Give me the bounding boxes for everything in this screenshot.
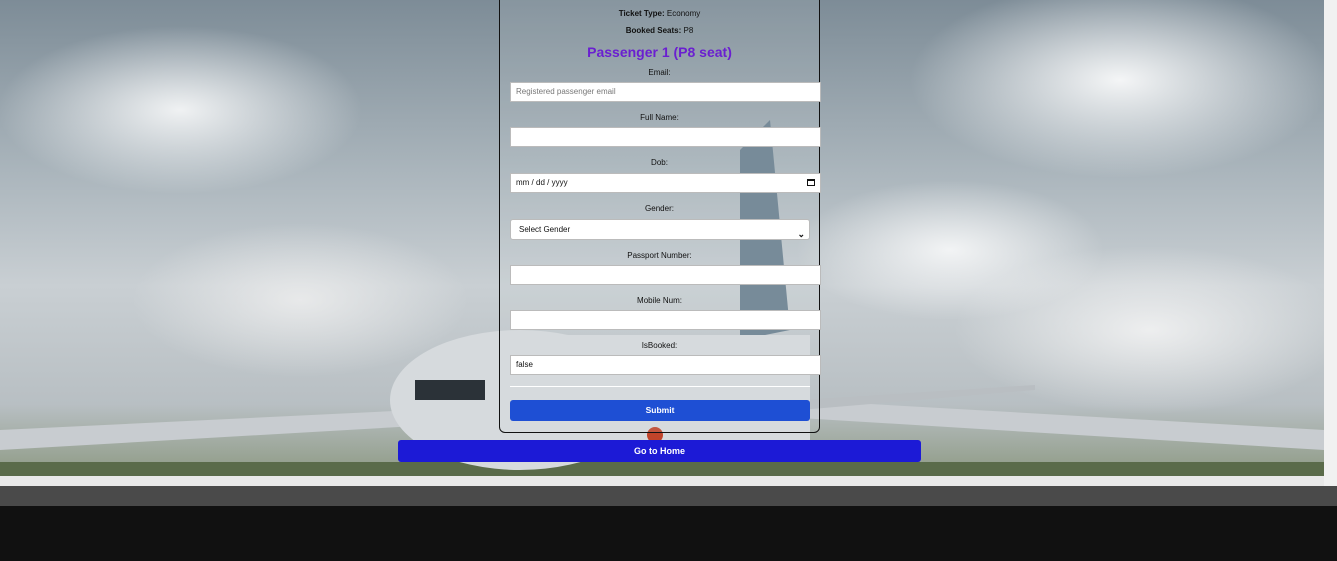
isbooked-field[interactable]: false [510,355,821,375]
booked-seats-label: Booked Seats: [625,26,682,35]
ticket-type-label: Ticket Type: [618,9,665,18]
page-bottom-strip [0,476,1324,486]
ticket-type-line: Ticket Type: Economy [499,9,820,18]
dob-label: Dob: [651,158,668,167]
mobile-field[interactable] [510,310,821,330]
passenger-title: Passenger 1 (P8 seat) [587,44,732,60]
fullname-label: Full Name: [640,113,679,122]
isbooked-label: IsBooked: [641,341,678,350]
booked-seats-value: P8 [683,26,694,35]
email-placeholder: Registered passenger email [516,87,616,96]
gender-selected-value: Select Gender [519,225,571,234]
window-bottom-area [0,506,1337,561]
scrollbar[interactable] [1324,0,1337,486]
isbooked-value: false [516,360,533,369]
chevron-down-icon: ⌄ [797,229,805,239]
form-divider [510,386,810,387]
booked-seats-line: Booked Seats: P8 [499,26,820,35]
go-to-home-button[interactable]: Go to Home [398,440,921,462]
dob-placeholder: mm / dd / yyyy [516,178,568,187]
ticket-type-value: Economy [666,9,701,18]
passport-label: Passport Number: [627,251,692,260]
email-field[interactable]: Registered passenger email [510,82,821,102]
gender-select[interactable]: Select Gender ⌄ [510,219,810,240]
mobile-label: Mobile Num: [637,296,682,305]
submit-button[interactable]: Submit [510,400,810,421]
fullname-field[interactable] [510,127,821,147]
gender-label: Gender: [645,204,674,213]
passport-field[interactable] [510,265,821,285]
dob-field[interactable]: mm / dd / yyyy [510,173,821,193]
footer-band [0,486,1337,506]
calendar-icon[interactable] [807,179,815,186]
email-label: Email: [648,68,671,77]
